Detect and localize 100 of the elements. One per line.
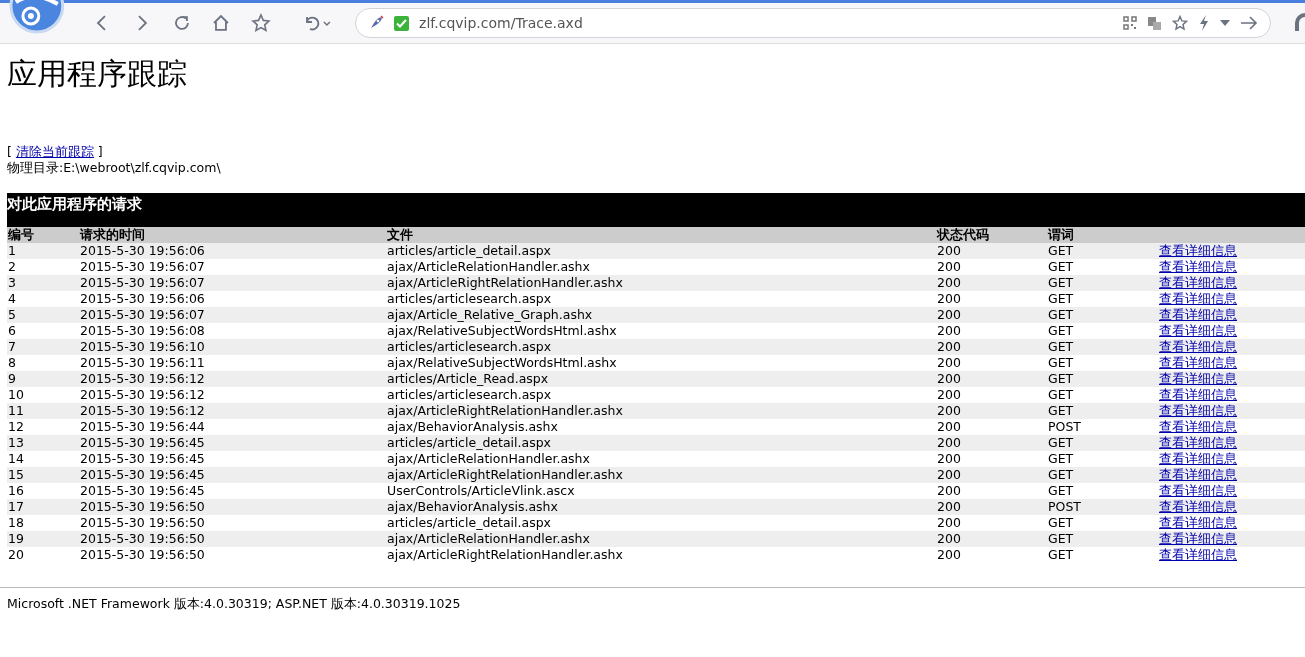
view-details-link[interactable]: 查看详细信息 (1159, 323, 1237, 338)
view-details-link[interactable]: 查看详细信息 (1159, 275, 1237, 290)
view-details-link[interactable]: 查看详细信息 (1159, 403, 1237, 418)
view-details-link[interactable]: 查看详细信息 (1159, 531, 1237, 546)
table-cell: 7 (7, 339, 79, 355)
view-details-link[interactable]: 查看详细信息 (1159, 547, 1237, 562)
go-arrow-icon[interactable] (1240, 16, 1259, 30)
table-cell: GET (1047, 243, 1158, 259)
view-details-link[interactable]: 查看详细信息 (1159, 371, 1237, 386)
bracket-text: [ (7, 144, 12, 159)
table-cell: articles/articlesearch.aspx (386, 387, 936, 403)
table-cell: POST (1047, 419, 1158, 435)
table-cell: 200 (936, 419, 1047, 435)
table-cell: 2015-5-30 19:56:06 (79, 243, 386, 259)
secure-check-icon (394, 15, 410, 31)
table-cell: 20 (7, 547, 79, 563)
table-cell: articles/article_detail.aspx (386, 515, 936, 531)
table-cell: 2015-5-30 19:56:50 (79, 499, 386, 515)
table-cell: 200 (936, 243, 1047, 259)
table-cell: 2015-5-30 19:56:11 (79, 355, 386, 371)
table-cell: 200 (936, 323, 1047, 339)
view-details-link[interactable]: 查看详细信息 (1159, 435, 1237, 450)
view-details-link[interactable]: 查看详细信息 (1159, 355, 1237, 370)
view-details-link[interactable]: 查看详细信息 (1159, 515, 1237, 530)
table-cell: 200 (936, 531, 1047, 547)
table-cell: 18 (7, 515, 79, 531)
clear-trace-link[interactable]: 清除当前跟踪 (15, 144, 94, 159)
table-cell: 200 (936, 499, 1047, 515)
table-cell: 2015-5-30 19:56:45 (79, 467, 386, 483)
table-cell: ajax/Article_Relative_Graph.ashx (386, 307, 936, 323)
version-text: Microsoft .NET Framework 版本:4.0.30319; ASP.NET 版本:4.0.30319.1025 (7, 596, 462, 613)
table-cell: articles/article_detail.aspx (386, 435, 936, 451)
favorite-star-icon[interactable] (1172, 15, 1189, 31)
table-cell: 2015-5-30 19:56:12 (79, 387, 386, 403)
table-cell: 2015-5-30 19:56:50 (79, 515, 386, 531)
table-cell: 200 (936, 467, 1047, 483)
star-icon[interactable] (251, 13, 272, 33)
table-cell: 14 (7, 451, 79, 467)
view-details-link[interactable]: 查看详细信息 (1159, 451, 1237, 466)
table-cell: 9 (7, 371, 79, 387)
table-cell: UserControls/ArticleVlink.ascx (386, 483, 936, 499)
table-cell: GET (1047, 387, 1158, 403)
table-cell: 200 (936, 403, 1047, 419)
table-cell: GET (1047, 467, 1158, 483)
page-title: 应用程序跟踪 (7, 55, 188, 93)
table-cell: 200 (936, 483, 1047, 499)
table-cell: 8 (7, 355, 79, 371)
table-cell: ajax/RelativeSubjectWordsHtml.ashx (386, 355, 936, 371)
table-cell: articles/article_detail.aspx (386, 243, 936, 259)
table-cell: 200 (936, 435, 1047, 451)
table-cell: 2015-5-30 19:56:44 (79, 419, 386, 435)
table-cell: GET (1047, 483, 1158, 499)
table-cell: ajax/ArticleRelationHandler.ashx (386, 531, 936, 547)
lightning-icon[interactable] (1198, 15, 1211, 31)
table-cell: GET (1047, 371, 1158, 387)
table-cell: articles/articlesearch.aspx (386, 291, 936, 307)
table-cell: 2015-5-30 19:56:06 (79, 291, 386, 307)
table-cell: GET (1047, 515, 1158, 531)
table-cell: 2015-5-30 19:56:50 (79, 547, 386, 563)
table-cell: 200 (936, 547, 1047, 563)
column-header: 请求的时间 (79, 227, 386, 243)
view-details-link[interactable]: 查看详细信息 (1159, 387, 1237, 402)
address-bar[interactable]: zlf.cqvip.com/Trace.axd (355, 8, 1272, 38)
qr-code-icon[interactable] (1123, 16, 1138, 30)
table-cell: 16 (7, 483, 79, 499)
view-details-link[interactable]: 查看详细信息 (1159, 499, 1237, 514)
table-cell: GET (1047, 355, 1158, 371)
view-details-link[interactable]: 查看详细信息 (1159, 419, 1237, 434)
table-cell: 11 (7, 403, 79, 419)
view-details-link[interactable]: 查看详细信息 (1159, 307, 1237, 322)
column-header: 编号 (7, 227, 79, 243)
physical-directory-text: 物理目录:E:\webroot\zlf.cqvip.com\ (7, 160, 222, 176)
table-cell: 200 (936, 259, 1047, 275)
table-cell: 19 (7, 531, 79, 547)
table-cell: 200 (936, 515, 1047, 531)
column-header: 谓词 (1047, 227, 1158, 243)
table-cell: ajax/ArticleRightRelationHandler.ashx (386, 467, 936, 483)
table-cell: 200 (936, 291, 1047, 307)
table-cell: GET (1047, 291, 1158, 307)
view-details-link[interactable]: 查看详细信息 (1159, 291, 1237, 306)
view-details-link[interactable]: 查看详细信息 (1159, 259, 1237, 274)
table-cell: GET (1047, 307, 1158, 323)
view-details-link[interactable]: 查看详细信息 (1159, 339, 1237, 354)
view-details-link[interactable]: 查看详细信息 (1159, 483, 1237, 498)
table-cell: 6 (7, 323, 79, 339)
table-cell: 2015-5-30 19:56:50 (79, 531, 386, 547)
table-cell: 2015-5-30 19:56:07 (79, 275, 386, 291)
table-cell: 4 (7, 291, 79, 307)
table-cell: 2015-5-30 19:56:08 (79, 323, 386, 339)
table-cell: 15 (7, 467, 79, 483)
table-cell: 200 (936, 371, 1047, 387)
dropdown-caret-icon[interactable] (1220, 20, 1231, 26)
view-details-link[interactable]: 查看详细信息 (1159, 243, 1237, 258)
table-cell: 2015-5-30 19:56:07 (79, 259, 386, 275)
table-cell: POST (1047, 499, 1158, 515)
view-details-link[interactable]: 查看详细信息 (1159, 467, 1237, 482)
table-cell: 13 (7, 435, 79, 451)
section-header: 对此应用程序的请求 (7, 193, 1305, 227)
table-cell: ajax/RelativeSubjectWordsHtml.ashx (386, 323, 936, 339)
table-cell: articles/articlesearch.aspx (386, 339, 936, 355)
